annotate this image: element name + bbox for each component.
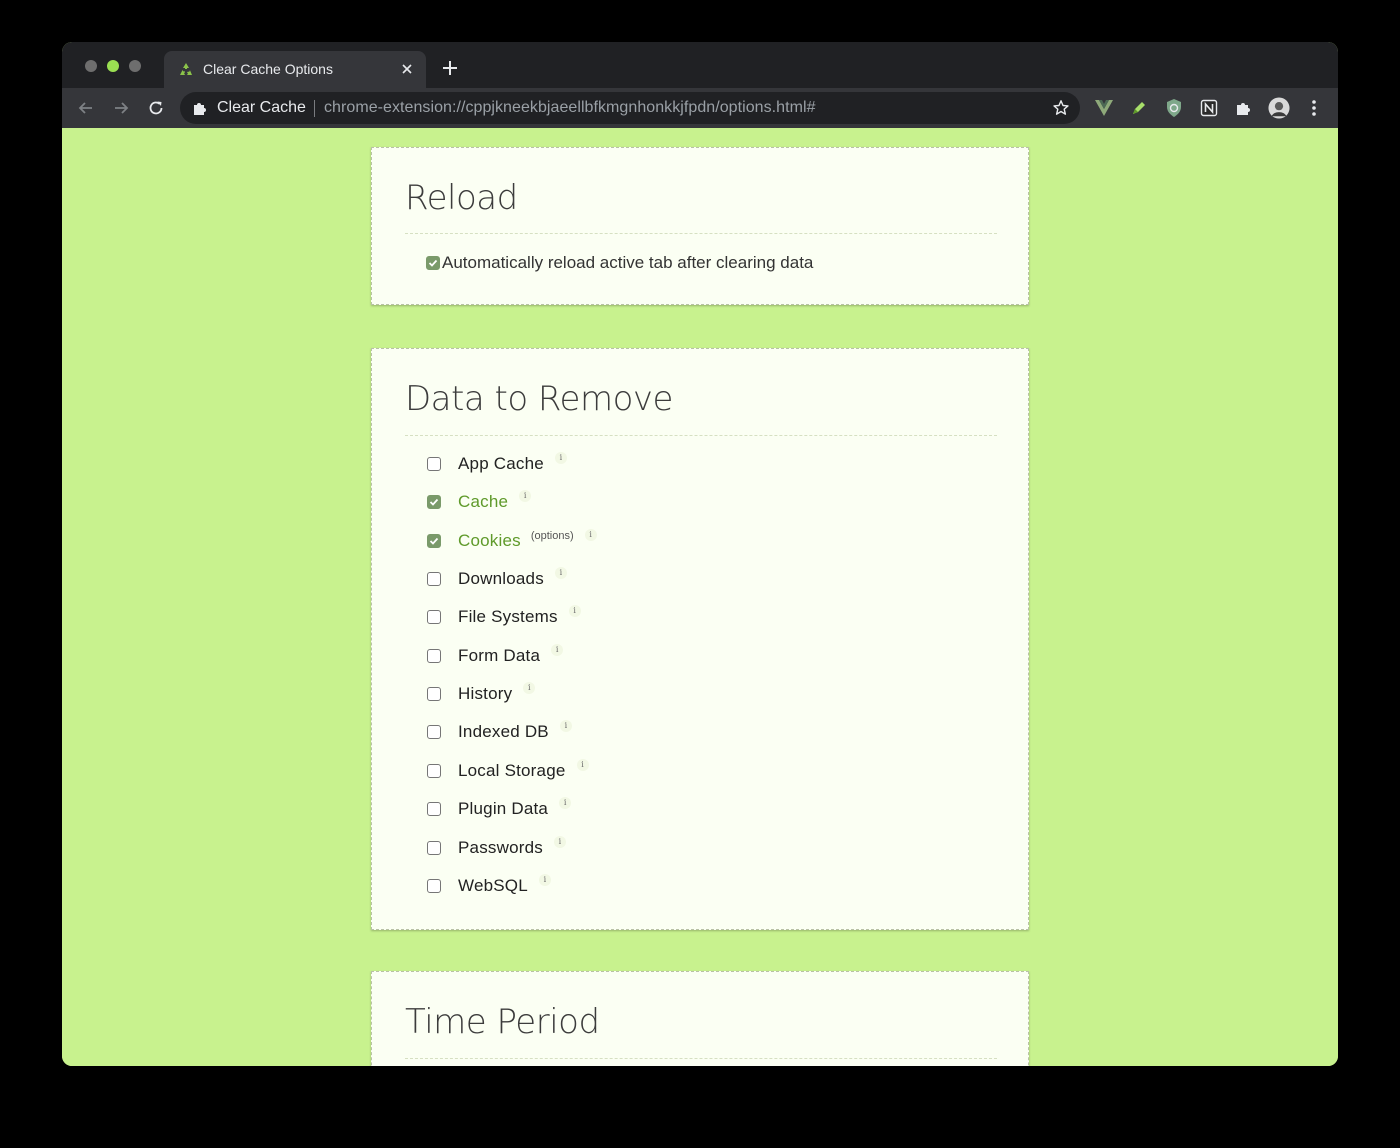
data-item[interactable]: History i (427, 682, 536, 706)
reload-icon[interactable] (144, 96, 168, 120)
pen-icon[interactable] (1128, 97, 1150, 119)
data-item-checkbox[interactable] (427, 533, 441, 548)
puzzle-icon (192, 100, 208, 116)
data-item[interactable]: Cache i (427, 490, 532, 514)
data-item-label: Local Storage (458, 760, 566, 780)
section-divider (405, 233, 997, 234)
data-item[interactable]: Plugin Data i (427, 797, 572, 821)
time-period-card: Time Period (371, 971, 1029, 1066)
data-item-checkbox[interactable] (427, 802, 441, 817)
data-item-checkbox[interactable] (427, 572, 441, 587)
info-icon[interactable]: i (551, 643, 564, 656)
data-item-label: Form Data (458, 645, 541, 665)
extensions-puzzle-icon[interactable] (1233, 97, 1255, 119)
data-item[interactable]: Form Data i (427, 643, 564, 668)
info-icon[interactable]: i (584, 528, 597, 541)
info-icon[interactable]: i (538, 873, 551, 886)
cookies-options-link[interactable]: (options) (531, 530, 574, 542)
data-item[interactable]: File Systems i (427, 605, 581, 629)
data-item-label: Cookies (458, 530, 521, 550)
data-item-label: Plugin Data (458, 799, 549, 819)
info-icon[interactable]: i (519, 490, 532, 503)
info-icon[interactable]: i (554, 452, 567, 464)
data-item-checkbox[interactable] (427, 687, 441, 702)
time-period-title: Time Period (405, 1002, 600, 1042)
data-item[interactable]: Local Storage i (427, 758, 589, 783)
info-icon[interactable]: i (576, 758, 589, 771)
info-icon[interactable]: i (553, 835, 566, 848)
data-item-checkbox[interactable] (427, 840, 441, 855)
data-item-checkbox[interactable] (427, 610, 441, 625)
data-item-checkbox[interactable] (427, 457, 441, 471)
data-item-checkbox[interactable] (427, 725, 441, 740)
info-icon[interactable]: i (559, 720, 572, 733)
profile-avatar[interactable] (1268, 97, 1290, 119)
window-minimize-button[interactable] (107, 60, 119, 72)
back-arrow-icon[interactable] (74, 96, 98, 120)
data-item[interactable]: Passwords i (427, 835, 566, 860)
browser-window: Clear Cache Options Clear Cache chrome-e… (62, 42, 1338, 1066)
data-item-checkbox[interactable] (427, 878, 441, 893)
data-item[interactable]: Downloads i (427, 567, 567, 591)
shield-icon[interactable] (1163, 97, 1185, 119)
address-separator (314, 100, 315, 117)
tab-title: Clear Cache Options (203, 61, 333, 77)
data-to-remove-card: Data to Remove App Cache i Cache i Cookies (o… (371, 348, 1029, 930)
data-item-label: Downloads (458, 569, 544, 589)
data-item-checkbox[interactable] (427, 495, 441, 510)
info-icon[interactable]: i (523, 682, 536, 695)
data-item-label: Indexed DB (458, 722, 549, 742)
data-item-checkbox[interactable] (427, 763, 441, 778)
data-item-label: History (458, 684, 513, 704)
info-icon[interactable]: i (554, 567, 567, 580)
reload-option-label: Automatically reload active tab after cl… (442, 253, 814, 272)
data-item-label: WebSQL (458, 875, 528, 895)
data-item-label: Cache (458, 492, 509, 512)
address-url: chrome-extension://cppjkneekbjaeellbfkmg… (324, 99, 816, 116)
recycle-icon (177, 61, 195, 79)
window-close-button[interactable] (85, 60, 97, 72)
reload-checkbox[interactable] (426, 256, 440, 270)
notion-icon[interactable] (1198, 97, 1220, 119)
info-icon[interactable]: i (559, 797, 572, 810)
address-origin: Clear Cache (217, 99, 306, 116)
tab-strip: Clear Cache Options (62, 42, 1338, 88)
address-bar[interactable]: Clear Cache chrome-extension://cppjkneek… (180, 92, 1080, 124)
reload-card: Reload Automatically reload active tab a… (371, 147, 1029, 305)
browser-toolbar: Clear Cache chrome-extension://cppjkneek… (62, 88, 1338, 128)
data-item-label: App Cache (458, 454, 544, 473)
new-tab-button[interactable] (438, 56, 462, 80)
window-zoom-button[interactable] (129, 60, 141, 72)
menu-kebab-icon[interactable] (1303, 97, 1325, 119)
forward-arrow-icon[interactable] (109, 96, 133, 120)
data-item[interactable]: App Cache i (427, 452, 567, 476)
info-icon[interactable]: i (568, 605, 581, 618)
reload-title: Reload (405, 178, 518, 218)
bookmark-star-icon[interactable] (1052, 99, 1070, 117)
data-item-label: File Systems (458, 607, 558, 627)
data-item[interactable]: WebSQL i (427, 873, 551, 898)
data-item[interactable]: Cookies (options) i (427, 528, 597, 553)
data-to-remove-title: Data to Remove (405, 379, 673, 419)
vue-devtools-icon[interactable] (1093, 97, 1115, 119)
section-divider (405, 1058, 997, 1059)
data-item[interactable]: Indexed DB i (427, 720, 572, 744)
close-icon[interactable] (398, 60, 416, 78)
data-item-label: Passwords (458, 837, 543, 857)
section-divider (405, 435, 997, 436)
active-tab[interactable]: Clear Cache Options (164, 51, 426, 88)
data-item-checkbox[interactable] (427, 648, 441, 663)
options-page: Reload Automatically reload active tab a… (62, 128, 1338, 1066)
reload-option[interactable]: Automatically reload active tab after cl… (426, 252, 813, 274)
